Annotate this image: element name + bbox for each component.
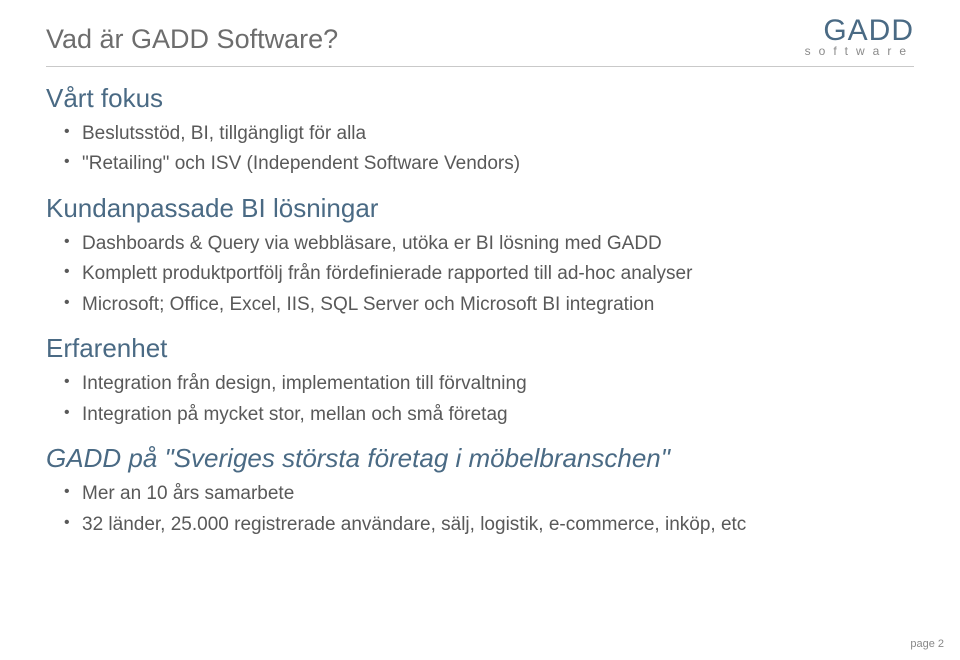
logo-main: GADD	[805, 18, 914, 44]
section-heading-customized: Kundanpassade BI lösningar	[46, 193, 914, 224]
list-item: "Retailing" och ISV (Independent Softwar…	[82, 150, 914, 179]
divider	[46, 66, 914, 67]
bullet-list-focus: Beslutsstöd, BI, tillgängligt för alla "…	[46, 120, 914, 179]
header-row: Vad är GADD Software? GADD software	[46, 24, 914, 58]
list-item: Microsoft; Office, Excel, IIS, SQL Serve…	[82, 291, 914, 320]
list-item: Komplett produktportfölj från fördefinie…	[82, 260, 914, 289]
list-item: Integration från design, implementation …	[82, 370, 914, 399]
page-footer: page 2	[910, 638, 944, 650]
list-item: Mer an 10 års samarbete	[82, 480, 914, 509]
section-heading-experience: Erfarenhet	[46, 333, 914, 364]
logo: GADD software	[805, 18, 914, 58]
list-item: Integration på mycket stor, mellan och s…	[82, 401, 914, 430]
logo-sub: software	[805, 44, 914, 58]
subheading-italic: GADD på "Sveriges största företag i möbe…	[46, 443, 914, 474]
list-item: Beslutsstöd, BI, tillgängligt för alla	[82, 120, 914, 149]
page-title: Vad är GADD Software?	[46, 24, 338, 55]
bullet-list-customized: Dashboards & Query via webbläsare, utöka…	[46, 230, 914, 320]
section-heading-focus: Vårt fokus	[46, 83, 914, 114]
bullet-list-sub: Mer an 10 års samarbete 32 länder, 25.00…	[46, 480, 914, 539]
bullet-list-experience: Integration från design, implementation …	[46, 370, 914, 429]
list-item: 32 länder, 25.000 registrerade användare…	[82, 511, 914, 540]
list-item: Dashboards & Query via webbläsare, utöka…	[82, 230, 914, 259]
